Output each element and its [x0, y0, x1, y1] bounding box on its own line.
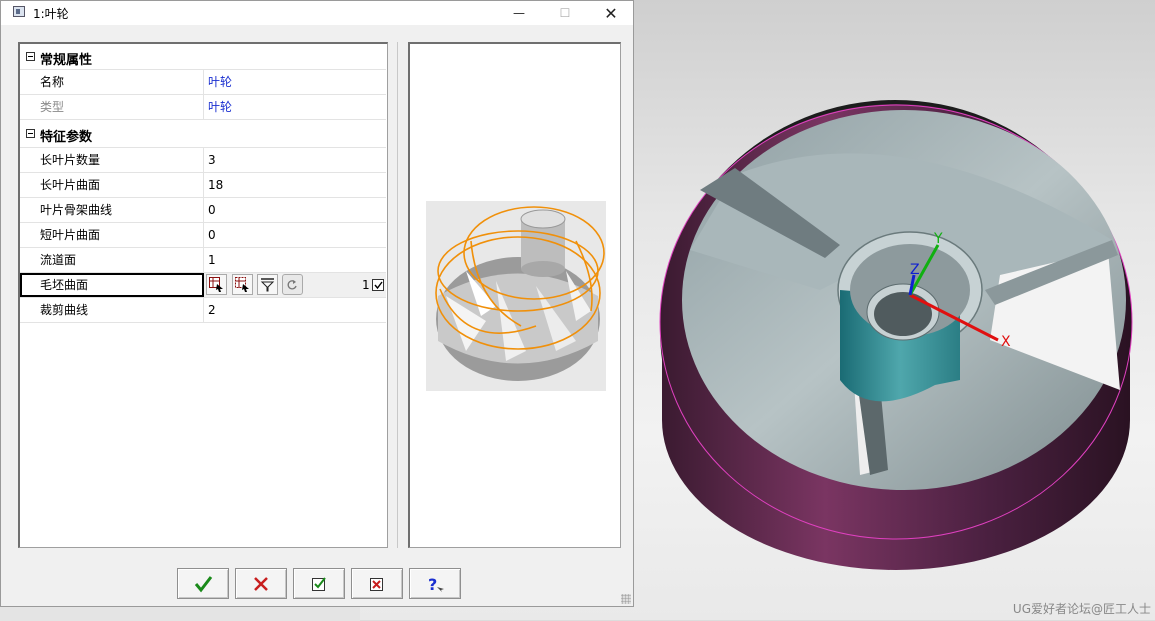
axis-x-label: X [1001, 334, 1011, 350]
property-label: 长叶片曲面 [20, 173, 204, 197]
svg-text:?: ? [428, 575, 437, 593]
ok-button[interactable] [177, 568, 229, 599]
collapse-toggle-icon[interactable] [26, 129, 35, 138]
property-row-flow-surface[interactable]: 流道面 1 [20, 248, 386, 273]
select-pick-button[interactable] [206, 274, 227, 295]
property-row-long-blade-surface[interactable]: 长叶片曲面 18 [20, 173, 386, 198]
preview-panel [408, 42, 621, 548]
section-title: 特征参数 [40, 130, 93, 145]
property-value[interactable]: 2 [208, 298, 216, 322]
filter-button[interactable] [257, 274, 278, 295]
property-value[interactable]: 叶轮 [208, 95, 232, 119]
select-multi-button[interactable] [232, 274, 253, 295]
close-icon: ✕ [604, 3, 618, 23]
dialog-title: 1:叶轮 [33, 7, 69, 21]
axis-y-label: Y [933, 231, 943, 247]
property-label: 长叶片数量 [20, 148, 204, 172]
property-label: 短叶片曲面 [20, 223, 204, 247]
property-row-type[interactable]: 类型 叶轮 [20, 95, 386, 120]
property-value[interactable]: 18 [208, 173, 223, 197]
property-label[interactable]: 毛坯曲面 [20, 273, 204, 297]
window-icon [13, 6, 25, 17]
select-pick-icon [209, 277, 223, 292]
property-label: 叶片骨架曲线 [20, 198, 204, 222]
property-label: 流道面 [20, 248, 204, 272]
selection-count: 1 [362, 278, 370, 292]
section-title: 常规属性 [40, 53, 93, 68]
property-value[interactable]: 1 [208, 248, 216, 272]
property-row-short-blade-surface[interactable]: 短叶片曲面 0 [20, 223, 386, 248]
green-check-icon [194, 575, 213, 592]
filter-icon [260, 278, 275, 292]
cancel-button[interactable] [235, 568, 287, 599]
property-grid[interactable]: 常规属性 名称 叶轮 类型 叶轮 特征参数 长叶片数量 3 长叶片曲面 18 叶… [18, 42, 388, 548]
impeller-properties-dialog: 1:叶轮 — ☐ ✕ 常规属性 名称 叶轮 类型 叶轮 特征参数 长叶片数量 3… [0, 0, 634, 607]
red-x-icon [254, 576, 268, 591]
watermark: UG爱好者论坛@匠工人士 [1012, 602, 1151, 616]
property-value[interactable]: 3 [208, 148, 216, 172]
resize-grip[interactable] [621, 594, 631, 604]
minimize-icon: — [513, 6, 525, 20]
collapse-toggle-icon[interactable] [26, 52, 35, 61]
dialog-titlebar[interactable]: 1:叶轮 — ☐ ✕ [1, 1, 633, 25]
minimize-button[interactable]: — [496, 1, 542, 25]
property-row-name[interactable]: 名称 叶轮 [20, 70, 386, 95]
property-value[interactable]: 0 [208, 198, 216, 222]
property-label: 裁剪曲线 [20, 298, 204, 322]
apply-button[interactable] [293, 568, 345, 599]
row-checkbox[interactable] [372, 279, 384, 291]
maximize-button[interactable]: ☐ [542, 1, 588, 25]
section-feature-params[interactable]: 特征参数 [20, 120, 386, 148]
section-general[interactable]: 常规属性 [20, 44, 386, 70]
property-value[interactable]: 0 [208, 223, 216, 247]
property-row-trim-curve[interactable]: 裁剪曲线 2 [20, 298, 386, 323]
property-row-blank-surface[interactable]: 毛坯曲面 1 [20, 273, 386, 298]
property-label: 类型 [20, 95, 204, 119]
crossed-box-icon [370, 577, 383, 591]
clear-button[interactable] [351, 568, 403, 599]
select-multi-icon [235, 277, 249, 292]
reset-button[interactable] [282, 274, 303, 295]
impeller-preview-image [426, 201, 606, 391]
close-button[interactable]: ✕ [588, 1, 634, 25]
checkmark-icon [374, 281, 383, 290]
help-button[interactable]: ? [409, 568, 461, 599]
property-label: 名称 [20, 70, 204, 94]
property-row-blade-skeleton[interactable]: 叶片骨架曲线 0 [20, 198, 386, 223]
checked-box-icon [312, 576, 326, 591]
property-value[interactable]: 叶轮 [208, 70, 232, 94]
axis-z-label: Z [910, 262, 920, 278]
maximize-icon: ☐ [559, 6, 571, 20]
splitter[interactable] [397, 42, 398, 548]
property-row-long-blade-count[interactable]: 长叶片数量 3 [20, 148, 386, 173]
reset-icon [287, 280, 297, 290]
help-icon: ? [428, 575, 444, 593]
